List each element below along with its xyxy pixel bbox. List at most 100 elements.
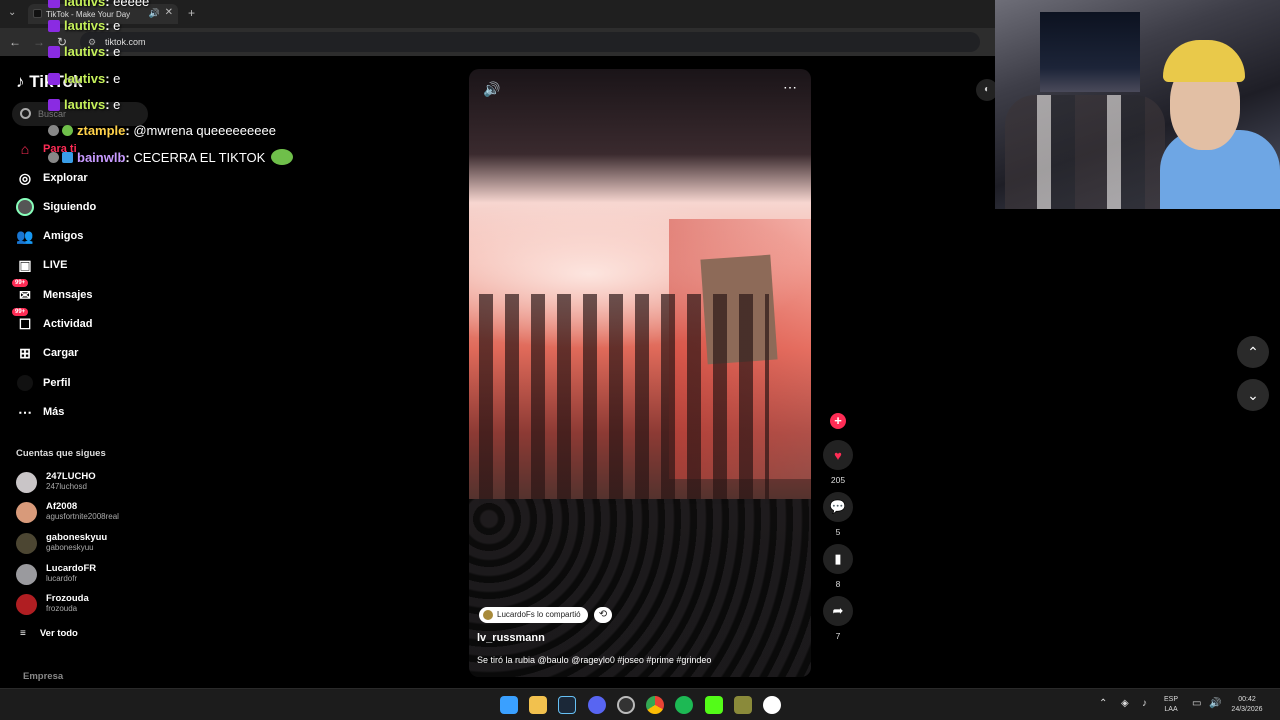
kick-icon[interactable]	[705, 696, 723, 714]
nav-upload[interactable]: ⊞ Cargar	[16, 341, 156, 365]
repost-icon[interactable]: ⟲	[594, 607, 612, 623]
video-caption: Se tiró la rubia @baulo @rageylo0 #joseo…	[477, 655, 712, 665]
tab-list-chevron-icon[interactable]: ⌄	[8, 7, 16, 18]
nav-more[interactable]: ⋯ Más	[16, 400, 156, 424]
video-author[interactable]: lv_russmann	[477, 632, 545, 644]
account-handle: frozouda	[46, 604, 78, 613]
next-video-button[interactable]: ⌄	[1237, 379, 1269, 411]
chat-text: e	[113, 71, 121, 86]
live-icon: ▣	[18, 256, 32, 273]
nav-label: LIVE	[43, 259, 68, 271]
audio-playing-icon[interactable]: 🔊	[149, 8, 160, 19]
save-button[interactable]: ▮ 8	[822, 544, 854, 589]
system-clock[interactable]: 00:42 24/3/2026	[1226, 695, 1268, 715]
spotify-icon[interactable]	[675, 696, 693, 714]
save-count: 8	[835, 579, 841, 589]
nav-following[interactable]: Siguiendo	[16, 195, 156, 219]
avatar	[16, 533, 37, 554]
discord-icon[interactable]	[588, 696, 606, 714]
speaker-icon[interactable]: 🔊	[1209, 698, 1221, 709]
badge-icon	[62, 151, 73, 163]
see-all-link[interactable]: ≡ Ver todo	[20, 628, 78, 639]
account-name: gaboneskyuu	[46, 532, 108, 543]
following-account[interactable]: Af2008 agusfortnite2008real	[16, 499, 156, 527]
home-icon: ⌂	[20, 141, 30, 157]
keyboard-layout: LAA	[1164, 706, 1178, 713]
file-explorer-icon[interactable]	[529, 696, 547, 714]
profile-icon	[16, 374, 34, 392]
nav-live[interactable]: ▣ LIVE	[16, 253, 156, 277]
like-button[interactable]: ♥ 205	[822, 440, 854, 485]
nav-explore[interactable]: ◎ Explorar	[16, 166, 156, 190]
nav-label: Explorar	[43, 172, 88, 184]
follow-plus-button[interactable]: +	[830, 413, 846, 429]
app-c-icon[interactable]	[763, 696, 781, 714]
nav-label: Mensajes	[43, 289, 93, 301]
search-icon	[20, 108, 31, 119]
steam-icon[interactable]	[558, 696, 576, 714]
badge-icon	[62, 125, 73, 136]
chrome-icon[interactable]	[646, 696, 664, 714]
more-options-icon[interactable]: ⋯	[783, 79, 797, 96]
start-icon[interactable]	[500, 696, 518, 714]
more-icon: ⋯	[18, 403, 32, 420]
following-account[interactable]: LucardoFR lucardofr	[16, 561, 156, 589]
account-name: 247LUCHO	[46, 471, 96, 482]
microphone-icon[interactable]: ♪	[1142, 698, 1147, 709]
avatar	[16, 594, 37, 615]
obs-icon[interactable]	[617, 696, 635, 714]
volume-icon[interactable]: 🔊	[483, 81, 500, 98]
game-icon[interactable]	[734, 696, 752, 714]
nav-activity[interactable]: ☐ 99+ Actividad	[12, 308, 156, 336]
tab-close-icon[interactable]: ✕	[165, 7, 173, 18]
nav-profile[interactable]: Perfil	[16, 371, 156, 395]
chat-text: eeeee	[113, 0, 150, 9]
chat-message: bainwlb: CECERRA EL TIKTOK	[48, 149, 294, 165]
following-avatar-icon	[16, 198, 34, 216]
nav-label: Cargar	[43, 347, 79, 359]
chat-text: CECERRA EL TIKTOK	[133, 149, 266, 165]
see-all-label: Ver todo	[39, 628, 78, 639]
avatar	[16, 472, 37, 493]
security-tray-icon[interactable]: ◈	[1121, 698, 1129, 709]
reposted-by-pill[interactable]: LucardoFs lo compartió	[479, 607, 588, 623]
stage-people	[479, 294, 769, 504]
heart-icon: ♥	[823, 440, 853, 470]
chat-user: lautivs	[64, 97, 106, 112]
nav-messages[interactable]: ✉ 99+ Mensajes	[12, 279, 156, 307]
friends-icon: 👥	[16, 227, 34, 244]
nav-label: Actividad	[43, 318, 93, 330]
following-account[interactable]: 247LUCHO 247luchosd	[16, 469, 156, 497]
new-tab-button[interactable]: +	[188, 6, 195, 20]
back-arrow-icon[interactable]: ←	[9, 35, 21, 49]
account-name: Frozouda	[46, 593, 89, 604]
messages-icon: ✉ 99+	[12, 279, 34, 304]
network-icon[interactable]: ▭	[1192, 698, 1201, 709]
upload-icon: ⊞	[19, 344, 31, 361]
nav-label: Siguiendo	[43, 201, 97, 213]
comment-button[interactable]: 💬 5	[822, 492, 854, 537]
forward-arrow-icon[interactable]: →	[33, 35, 45, 49]
company-link[interactable]: Empresa	[23, 671, 63, 682]
account-handle: lucardofr	[46, 574, 78, 583]
previous-video-button[interactable]: ⌃	[1237, 336, 1269, 368]
nav-label: Más	[43, 406, 65, 418]
night-window	[1040, 12, 1140, 92]
streamer-cap	[1163, 40, 1245, 82]
activity-badge: 99+	[12, 308, 29, 316]
messages-badge: 99+	[12, 279, 29, 287]
subscriber-badge-icon	[48, 0, 60, 8]
following-account[interactable]: gaboneskyuu gaboneskyuu	[16, 530, 156, 558]
url-field[interactable]: ⚙ tiktok.com	[80, 32, 980, 52]
list-icon: ≡	[20, 628, 26, 639]
tray-expand-icon[interactable]: ⌃	[1099, 698, 1107, 709]
share-button[interactable]: ➦ 7	[822, 596, 854, 641]
account-handle: agusfortnite2008real	[46, 512, 119, 521]
video-player[interactable]: 🔊 ⋯ LucardoFs lo compartió ⟲ lv_russmann…	[469, 69, 811, 677]
following-account[interactable]: Frozouda frozouda	[16, 591, 156, 619]
badge-icon	[48, 125, 59, 136]
nav-label: Perfil	[43, 377, 71, 389]
bookmark-icon: ▮	[823, 544, 853, 574]
language-indicator[interactable]: ESP LAA	[1164, 695, 1178, 715]
nav-friends[interactable]: 👥 Amigos	[16, 224, 156, 248]
